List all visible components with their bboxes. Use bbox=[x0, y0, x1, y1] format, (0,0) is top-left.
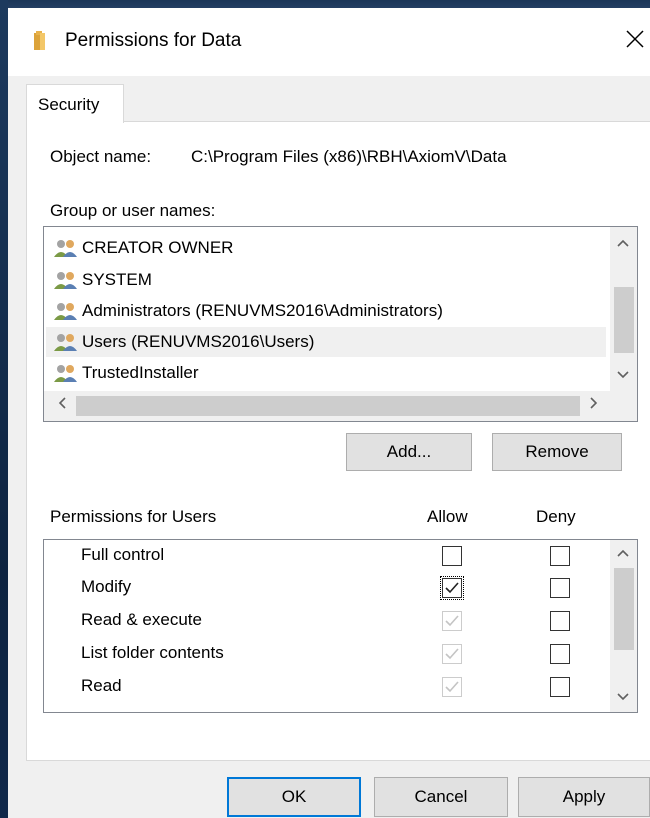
apply-button[interactable]: Apply bbox=[518, 777, 650, 817]
permission-name: Full control bbox=[81, 545, 165, 564]
group-list-item[interactable]: SYSTEM bbox=[46, 265, 606, 295]
object-name-label: Object name: bbox=[50, 147, 152, 166]
permissions-header: Permissions for Users bbox=[50, 507, 217, 526]
deny-checkbox[interactable] bbox=[550, 677, 570, 697]
hscroll-thumb[interactable] bbox=[76, 396, 580, 416]
permission-row: Read bbox=[44, 671, 604, 704]
deny-checkbox[interactable] bbox=[550, 546, 570, 566]
scroll-thumb[interactable] bbox=[614, 568, 634, 650]
user-group-icon bbox=[53, 301, 79, 321]
scroll-down-arrow-icon[interactable] bbox=[613, 688, 633, 708]
scroll-left-arrow-icon[interactable] bbox=[52, 396, 72, 416]
scroll-up-arrow-icon[interactable] bbox=[613, 234, 633, 254]
object-name-value: C:\Program Files (x86)\RBH\AxiomV\Data bbox=[191, 147, 507, 166]
permissions-vscrollbar[interactable] bbox=[610, 540, 637, 712]
user-group-icon bbox=[53, 332, 79, 352]
permission-name: List folder contents bbox=[81, 643, 224, 662]
add-button[interactable]: Add... bbox=[346, 433, 472, 471]
scroll-down-arrow-icon[interactable] bbox=[613, 366, 633, 386]
deny-checkbox[interactable] bbox=[550, 578, 570, 598]
close-button[interactable] bbox=[620, 24, 650, 54]
tab-security[interactable]: Security bbox=[26, 84, 124, 123]
permissions-dialog: Permissions for Data Security Object nam… bbox=[8, 8, 650, 818]
permission-name: Read bbox=[81, 676, 122, 695]
permission-name: Modify bbox=[81, 577, 132, 596]
deny-header: Deny bbox=[536, 507, 576, 526]
permission-row: Modify bbox=[44, 572, 604, 605]
allow-checkbox[interactable] bbox=[442, 546, 462, 566]
permission-row: Full control bbox=[44, 540, 604, 573]
scroll-up-arrow-icon[interactable] bbox=[613, 544, 633, 564]
group-list-item-label: TrustedInstaller bbox=[82, 363, 199, 382]
desktop-edge-left bbox=[0, 0, 8, 818]
group-list-item[interactable]: CREATOR OWNER bbox=[46, 233, 606, 263]
group-list-item-label: CREATOR OWNER bbox=[82, 238, 234, 257]
group-user-list[interactable]: CREATOR OWNER SYSTEM Administrators (RENUV… bbox=[43, 226, 638, 422]
allow-header: Allow bbox=[427, 507, 468, 526]
folder-icon bbox=[32, 30, 52, 52]
allow-checkbox bbox=[442, 677, 462, 697]
desktop-edge-top bbox=[0, 0, 650, 8]
group-list-item-label: SYSTEM bbox=[82, 270, 152, 289]
group-list-item[interactable]: TrustedInstaller bbox=[46, 358, 606, 388]
deny-checkbox[interactable] bbox=[550, 644, 570, 664]
allow-checkbox[interactable] bbox=[440, 576, 464, 600]
allow-checkbox bbox=[442, 611, 462, 631]
allow-checkbox bbox=[442, 644, 462, 664]
group-names-label: Group or user names: bbox=[50, 201, 216, 220]
permission-row: List folder contents bbox=[44, 638, 604, 671]
group-list-vscrollbar[interactable] bbox=[610, 227, 637, 391]
remove-button[interactable]: Remove bbox=[492, 433, 622, 471]
scroll-thumb[interactable] bbox=[614, 287, 634, 353]
group-list-item-label: Administrators (RENUVMS2016\Administrato… bbox=[82, 301, 443, 320]
scroll-right-arrow-icon[interactable] bbox=[584, 396, 604, 416]
permission-name: Read & execute bbox=[81, 610, 202, 629]
group-list-item[interactable]: Users (RENUVMS2016\Users) bbox=[46, 327, 606, 357]
ok-button[interactable]: OK bbox=[227, 777, 361, 817]
window-title: Permissions for Data bbox=[65, 30, 242, 51]
title-bar: Permissions for Data bbox=[8, 8, 650, 76]
close-icon bbox=[626, 30, 644, 48]
user-group-icon bbox=[53, 270, 79, 290]
cancel-button[interactable]: Cancel bbox=[374, 777, 508, 817]
tab-security-label: Security bbox=[38, 95, 100, 114]
permission-row: Read & execute bbox=[44, 605, 604, 638]
focus-ring bbox=[440, 576, 464, 600]
group-list-hscrollbar[interactable] bbox=[44, 391, 637, 421]
deny-checkbox[interactable] bbox=[550, 611, 570, 631]
user-group-icon bbox=[53, 238, 79, 258]
user-group-icon bbox=[53, 363, 79, 383]
group-list-item-label: Users (RENUVMS2016\Users) bbox=[82, 332, 315, 351]
permissions-list[interactable]: Full control Modify Read & execute List fol… bbox=[43, 539, 638, 713]
group-list-item[interactable]: Administrators (RENUVMS2016\Administrato… bbox=[46, 296, 606, 326]
